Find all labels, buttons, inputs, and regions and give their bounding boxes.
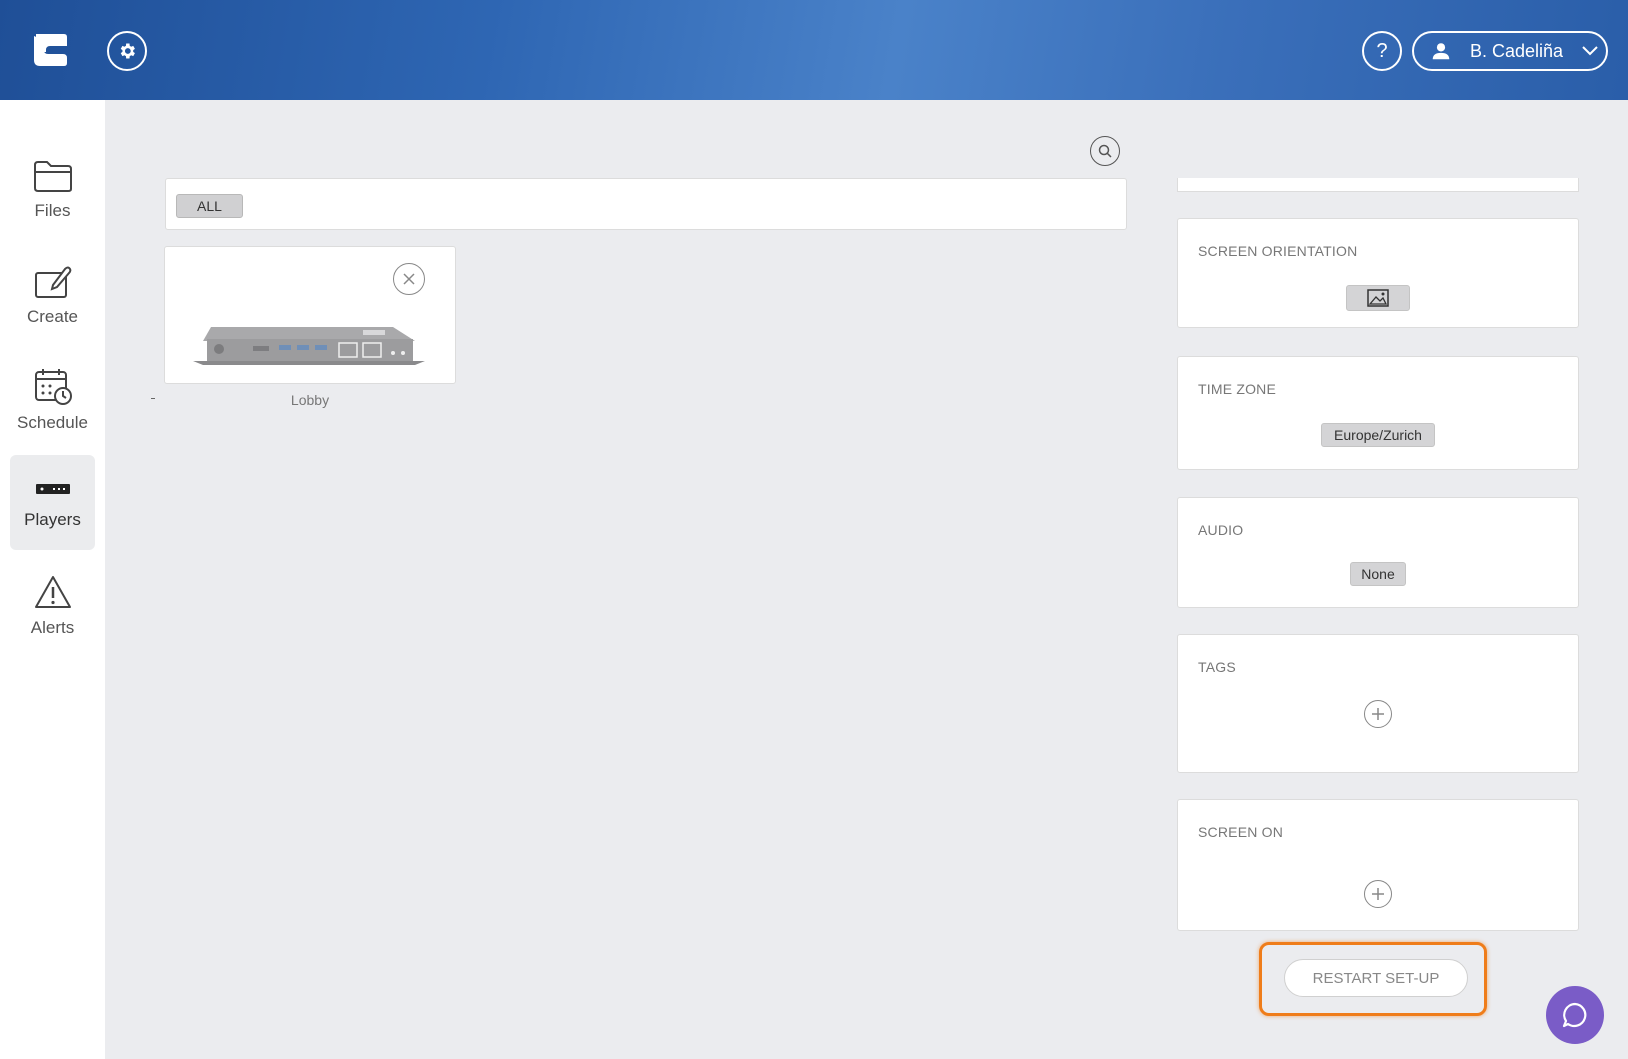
user-icon	[1432, 43, 1450, 60]
screen-on-card: SCREEN ON	[1177, 799, 1579, 931]
top-header: ? B. Cadeliña	[0, 0, 1628, 100]
help-button[interactable]: ?	[1362, 31, 1402, 71]
audio-card: AUDIO None	[1177, 497, 1579, 608]
filter-chip-all[interactable]: ALL	[176, 194, 243, 218]
time-zone-value[interactable]: Europe/Zurich	[1321, 423, 1435, 447]
folder-icon	[33, 160, 72, 192]
filter-bar[interactable]: ALL	[165, 178, 1127, 230]
plus-icon	[1372, 888, 1384, 900]
sidebar-item-alerts[interactable]: Alerts	[10, 558, 95, 653]
gear-icon	[120, 43, 135, 59]
create-icon	[34, 266, 71, 298]
sidebar-item-label: Alerts	[30, 617, 75, 637]
user-name: B. Cadeliña	[1470, 40, 1564, 61]
calendar-clock-icon	[34, 368, 72, 405]
player-name: Lobby	[290, 392, 330, 408]
search-icon	[1098, 144, 1112, 158]
add-screen-on-button[interactable]	[1364, 880, 1392, 908]
divider	[151, 398, 155, 399]
warning-icon	[34, 575, 71, 608]
panel-top-fragment	[1177, 178, 1579, 192]
main-content: ALL Lobby SCREEN ORIENTATION TIME ZONE E…	[105, 100, 1628, 1059]
search-button[interactable]	[1090, 136, 1120, 166]
restart-setup-button[interactable]: RESTART SET-UP	[1284, 959, 1468, 997]
app-logo-icon[interactable]	[30, 30, 70, 70]
plus-icon	[1372, 708, 1384, 720]
audio-title: AUDIO	[1198, 522, 1244, 538]
player-device-image	[193, 327, 425, 365]
chat-bubble-icon	[1562, 1002, 1587, 1028]
screen-orientation-title: SCREEN ORIENTATION	[1198, 243, 1358, 259]
orientation-landscape-button[interactable]	[1346, 285, 1410, 311]
tags-title: TAGS	[1198, 659, 1236, 675]
close-icon	[403, 273, 415, 285]
settings-button[interactable]	[107, 31, 147, 71]
time-zone-card: TIME ZONE Europe/Zurich	[1177, 356, 1579, 470]
screen-on-title: SCREEN ON	[1198, 824, 1284, 840]
remove-player-button[interactable]	[393, 263, 425, 295]
image-landscape-icon	[1367, 289, 1389, 307]
tags-card: TAGS	[1177, 634, 1579, 773]
chevron-down-icon	[1582, 46, 1598, 56]
player-device-icon	[35, 483, 70, 494]
sidebar: Files Create Schedule Players Alerts	[0, 100, 105, 1059]
sidebar-item-players[interactable]: Players	[10, 455, 95, 550]
add-tag-button[interactable]	[1364, 700, 1392, 728]
sidebar-item-schedule[interactable]: Schedule	[10, 352, 95, 447]
chat-button[interactable]	[1546, 986, 1604, 1044]
sidebar-item-create[interactable]: Create	[10, 247, 95, 342]
user-menu-button[interactable]: B. Cadeliña	[1412, 31, 1608, 71]
sidebar-item-files[interactable]: Files	[10, 142, 95, 237]
sidebar-item-label: Files	[34, 200, 71, 220]
player-card[interactable]	[164, 246, 456, 384]
sidebar-item-label: Create	[26, 306, 79, 326]
sidebar-item-label: Players	[24, 509, 81, 529]
time-zone-title: TIME ZONE	[1198, 381, 1277, 397]
screen-orientation-card: SCREEN ORIENTATION	[1177, 218, 1579, 328]
audio-value[interactable]: None	[1350, 562, 1406, 586]
sidebar-item-label: Schedule	[17, 412, 88, 432]
help-label: ?	[1376, 39, 1388, 62]
